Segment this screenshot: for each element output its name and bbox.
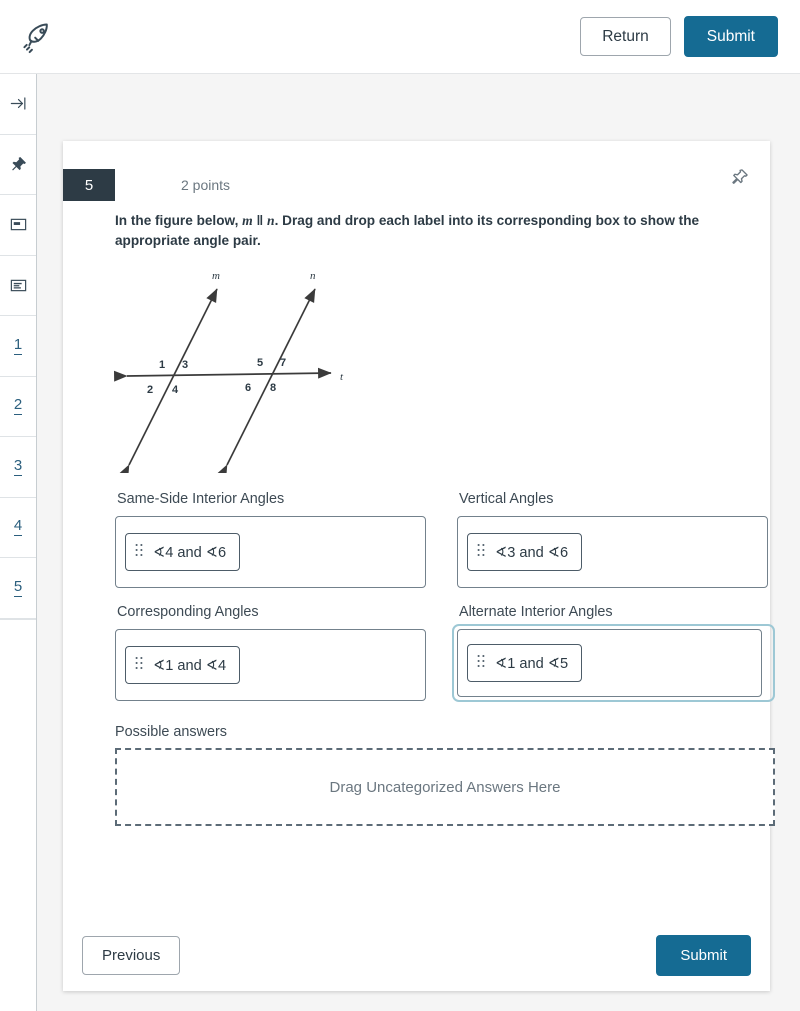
- card-footer: Previous Submit: [63, 919, 770, 991]
- answer-chip-label: ∢1 and ∢5: [495, 655, 569, 672]
- sidebar-item-question-4[interactable]: 4: [0, 498, 36, 558]
- answer-chip-label: ∢1 and ∢4: [153, 657, 227, 674]
- drop-zone-alternate-interior: Alternate Interior Angles ∢1 and ∢5: [452, 604, 775, 703]
- left-sidebar: 1 2 3 4 5: [0, 74, 37, 1011]
- possible-answers-section: Possible answers Drag Uncategorized Answ…: [115, 724, 775, 827]
- answer-chip[interactable]: ∢3 and ∢6: [467, 533, 583, 572]
- answer-chip-label: ∢3 and ∢6: [495, 544, 569, 561]
- figure-angle-2: 2: [147, 384, 153, 396]
- sidebar-item-pin[interactable]: [0, 135, 36, 195]
- answer-chip-label: ∢4 and ∢6: [153, 544, 227, 561]
- question-number-badge: 5: [63, 169, 115, 201]
- drag-handle-icon[interactable]: [477, 543, 486, 562]
- sidebar-question-number: 1: [13, 335, 23, 355]
- pin-icon: [9, 155, 28, 174]
- answer-chip[interactable]: ∢1 and ∢4: [125, 646, 241, 685]
- question-card: 5 2 points In the figure below, m ‖ n. D…: [63, 141, 775, 991]
- sidebar-item-question-1[interactable]: 1: [0, 316, 36, 377]
- figure-angle-4: 4: [172, 384, 179, 396]
- figure-label-m: m: [212, 270, 220, 282]
- top-toolbar: Return Submit: [0, 0, 800, 74]
- drop-zone-outer[interactable]: ∢3 and ∢6: [457, 516, 775, 589]
- drop-zone-outer[interactable]: ∢4 and ∢6: [115, 516, 457, 589]
- previous-button[interactable]: Previous: [82, 935, 181, 975]
- answer-chip[interactable]: ∢4 and ∢6: [125, 533, 241, 572]
- sidebar-question-number: 3: [13, 456, 23, 476]
- note-card-icon: [9, 215, 28, 234]
- question-prompt: In the figure below, m ‖ n. Drag and dro…: [115, 203, 716, 250]
- sidebar-item-note-card[interactable]: [0, 195, 36, 256]
- drop-zone-corresponding: Corresponding Angles ∢1 and ∢4: [115, 604, 457, 702]
- figure-angle-7: 7: [280, 357, 286, 369]
- prompt-line-n: n: [267, 213, 275, 228]
- drag-handle-icon[interactable]: [135, 656, 144, 675]
- possible-answers-label: Possible answers: [115, 724, 227, 741]
- drag-handle-icon[interactable]: [135, 543, 144, 562]
- drop-zone-outer[interactable]: ∢1 and ∢4: [115, 629, 457, 702]
- sidebar-divider: [0, 618, 36, 620]
- figure-label-n: n: [310, 270, 316, 282]
- drop-zone-outer-focused[interactable]: ∢1 and ∢5: [452, 624, 775, 703]
- drop-zone-box[interactable]: ∢1 and ∢4: [115, 629, 426, 702]
- sidebar-item-list[interactable]: [0, 256, 36, 316]
- collapse-arrow-icon: [9, 94, 28, 113]
- prompt-text-part1: In the figure below,: [115, 213, 239, 228]
- return-button[interactable]: Return: [580, 16, 671, 57]
- figure-angle-8: 8: [270, 382, 276, 394]
- prompt-line-m: m: [242, 213, 253, 228]
- figure-angle-1: 1: [159, 359, 165, 371]
- list-lines-icon: [9, 276, 28, 295]
- drop-zone-box[interactable]: ∢4 and ∢6: [115, 516, 426, 589]
- figure-angle-5: 5: [257, 357, 263, 369]
- drop-zone-box[interactable]: ∢3 and ∢6: [457, 516, 768, 589]
- figure-label-t: t: [340, 371, 344, 383]
- submit-button-bottom[interactable]: Submit: [656, 934, 751, 976]
- sidebar-question-number: 5: [13, 577, 23, 597]
- drop-zone-vertical: Vertical Angles ∢3 and ∢6: [457, 491, 775, 589]
- prompt-parallel-symbol: ‖: [256, 213, 264, 228]
- drop-zone-label: Corresponding Angles: [117, 604, 259, 621]
- question-points: 2 points: [181, 177, 231, 193]
- rocket-icon[interactable]: [22, 20, 56, 54]
- sidebar-item-question-3[interactable]: 3: [0, 437, 36, 498]
- submit-button-top[interactable]: Submit: [683, 15, 778, 58]
- uncategorized-dropzone[interactable]: Drag Uncategorized Answers Here: [115, 748, 775, 827]
- uncategorized-dropzone-text: Drag Uncategorized Answers Here: [329, 778, 561, 796]
- sidebar-question-number: 4: [13, 517, 23, 537]
- figure-angle-6: 6: [245, 382, 251, 394]
- figure-angle-3: 3: [182, 359, 188, 371]
- sidebar-question-number: 2: [13, 396, 23, 416]
- drop-zone-same-side-interior: Same-Side Interior Angles ∢4 and ∢6: [115, 491, 457, 589]
- sidebar-item-collapse[interactable]: [0, 74, 36, 135]
- drag-handle-icon[interactable]: [477, 654, 486, 673]
- parallel-lines-transversal-diagram: m n t 1 3 2 4 5 7 6 8: [114, 270, 344, 474]
- geometry-figure: m n t 1 3 2 4 5 7 6 8: [109, 263, 770, 474]
- drop-zone-label: Same-Side Interior Angles: [117, 491, 285, 508]
- answer-chip[interactable]: ∢1 and ∢5: [467, 644, 583, 683]
- drop-zone-label: Alternate Interior Angles: [459, 604, 613, 621]
- pushpin-icon[interactable]: [728, 167, 752, 191]
- sidebar-item-question-2[interactable]: 2: [0, 377, 36, 437]
- drop-zone-grid: Same-Side Interior Angles ∢4 and ∢6 Vert…: [115, 491, 775, 703]
- sidebar-item-question-5[interactable]: 5: [0, 558, 36, 619]
- drop-zone-label: Vertical Angles: [459, 491, 554, 508]
- drop-zone-box[interactable]: ∢1 and ∢5: [457, 629, 762, 698]
- question-header: 5 2 points: [63, 141, 770, 203]
